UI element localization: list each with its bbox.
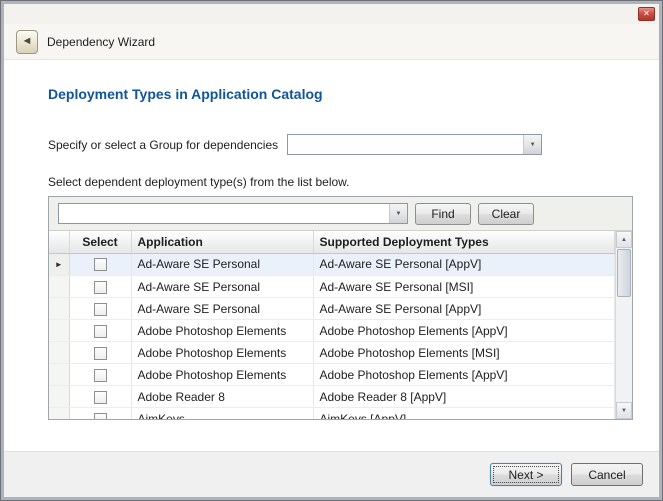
chevron-down-icon: ▼ bbox=[530, 142, 536, 148]
deployment-types-panel: ▼ Find Clear Select Application bbox=[48, 196, 633, 420]
column-header-row-selector bbox=[49, 231, 69, 253]
application-cell: Ad-Aware SE Personal bbox=[131, 276, 313, 298]
column-header-deployment-types[interactable]: Supported Deployment Types bbox=[313, 231, 615, 253]
grid-row[interactable]: Adobe Reader 8 Adobe Reader 8 [AppV] bbox=[49, 386, 615, 408]
grid-area: Select Application Supported Deployment … bbox=[49, 231, 632, 419]
deployment-type-cell: Adobe Photoshop Elements [AppV] bbox=[313, 364, 615, 386]
group-dropdown-button[interactable]: ▼ bbox=[523, 135, 541, 154]
row-checkbox[interactable] bbox=[94, 281, 107, 294]
search-dropdown-button[interactable]: ▼ bbox=[389, 204, 407, 223]
grid-rows: ► Ad-Aware SE Personal Ad-Aware SE Perso… bbox=[49, 254, 615, 420]
grid-row[interactable]: Adobe Photoshop Elements Adobe Photoshop… bbox=[49, 342, 615, 364]
grid-body: ► Ad-Aware SE Personal Ad-Aware SE Perso… bbox=[49, 254, 615, 420]
application-cell: Adobe Reader 8 bbox=[131, 386, 313, 408]
grid-row[interactable]: ► Ad-Aware SE Personal Ad-Aware SE Perso… bbox=[49, 254, 615, 276]
scroll-up-button[interactable]: ▲ bbox=[616, 231, 632, 248]
close-button[interactable]: ✕ bbox=[638, 7, 655, 21]
row-checkbox[interactable] bbox=[94, 369, 107, 382]
deployment-type-cell: Ad-Aware SE Personal [AppV] bbox=[313, 298, 615, 320]
titlebar: ✕ bbox=[4, 4, 659, 24]
grid: Select Application Supported Deployment … bbox=[49, 231, 615, 419]
application-cell: AimKeys bbox=[131, 408, 313, 420]
row-checkbox[interactable] bbox=[94, 413, 107, 419]
close-icon: ✕ bbox=[643, 9, 650, 18]
vertical-scrollbar[interactable]: ▲ ▼ bbox=[615, 231, 632, 419]
grid-row[interactable]: Ad-Aware SE Personal Ad-Aware SE Persona… bbox=[49, 276, 615, 298]
scroll-up-icon: ▲ bbox=[621, 237, 627, 243]
wizard-header: ◄ Dependency Wizard bbox=[4, 24, 659, 60]
grid-row[interactable]: Adobe Photoshop Elements Adobe Photoshop… bbox=[49, 320, 615, 342]
page-title: Deployment Types in Application Catalog bbox=[48, 86, 633, 102]
group-row: Specify or select a Group for dependenci… bbox=[48, 134, 633, 155]
deployment-type-cell: Adobe Photoshop Elements [MSI] bbox=[313, 342, 615, 364]
search-combobox[interactable]: ▼ bbox=[58, 203, 408, 224]
deployment-type-cell: AimKeys [AppV] bbox=[313, 408, 615, 420]
grid-row[interactable]: Adobe Photoshop Elements Adobe Photoshop… bbox=[49, 364, 615, 386]
row-checkbox[interactable] bbox=[94, 391, 107, 404]
scrollbar-thumb[interactable] bbox=[617, 249, 631, 297]
application-cell: Adobe Photoshop Elements bbox=[131, 342, 313, 364]
back-arrow-icon: ◄ bbox=[22, 36, 33, 47]
footer: Next > Cancel bbox=[4, 451, 659, 497]
wizard-title: Dependency Wizard bbox=[47, 35, 155, 49]
list-label: Select dependent deployment type(s) from… bbox=[48, 175, 633, 189]
wizard-window: ✕ ◄ Dependency Wizard Deployment Types i… bbox=[0, 0, 663, 501]
row-checkbox[interactable] bbox=[94, 258, 107, 271]
application-cell: Ad-Aware SE Personal bbox=[131, 298, 313, 320]
back-button[interactable]: ◄ bbox=[16, 30, 38, 54]
deployment-type-cell: Ad-Aware SE Personal [MSI] bbox=[313, 276, 615, 298]
application-cell: Adobe Photoshop Elements bbox=[131, 364, 313, 386]
current-row-icon: ► bbox=[55, 260, 63, 269]
grid-row[interactable]: Ad-Aware SE Personal Ad-Aware SE Persona… bbox=[49, 298, 615, 320]
search-toolbar: ▼ Find Clear bbox=[49, 197, 632, 231]
scroll-down-button[interactable]: ▼ bbox=[616, 402, 632, 419]
row-checkbox[interactable] bbox=[94, 325, 107, 338]
grid-header: Select Application Supported Deployment … bbox=[49, 231, 615, 254]
scrollbar-track[interactable] bbox=[616, 298, 632, 402]
deployment-type-cell: Adobe Photoshop Elements [AppV] bbox=[313, 320, 615, 342]
group-combobox[interactable]: ▼ bbox=[287, 134, 542, 155]
scroll-down-icon: ▼ bbox=[621, 408, 627, 414]
row-checkbox[interactable] bbox=[94, 303, 107, 316]
window-inner: ✕ ◄ Dependency Wizard Deployment Types i… bbox=[1, 1, 662, 500]
deployment-type-cell: Adobe Reader 8 [AppV] bbox=[313, 386, 615, 408]
find-button[interactable]: Find bbox=[415, 203, 471, 225]
chevron-down-icon: ▼ bbox=[396, 211, 402, 217]
application-cell: Ad-Aware SE Personal bbox=[131, 254, 313, 276]
grid-row[interactable]: AimKeys AimKeys [AppV] bbox=[49, 408, 615, 420]
cancel-button[interactable]: Cancel bbox=[571, 463, 643, 486]
next-button[interactable]: Next > bbox=[490, 463, 562, 486]
application-cell: Adobe Photoshop Elements bbox=[131, 320, 313, 342]
deployment-type-cell: Ad-Aware SE Personal [AppV] bbox=[313, 254, 615, 276]
clear-button[interactable]: Clear bbox=[478, 203, 534, 225]
group-label: Specify or select a Group for dependenci… bbox=[48, 138, 278, 152]
column-header-select[interactable]: Select bbox=[69, 231, 131, 253]
wizard-content: Deployment Types in Application Catalog … bbox=[4, 60, 659, 451]
row-checkbox[interactable] bbox=[94, 347, 107, 360]
column-header-application[interactable]: Application bbox=[131, 231, 313, 253]
